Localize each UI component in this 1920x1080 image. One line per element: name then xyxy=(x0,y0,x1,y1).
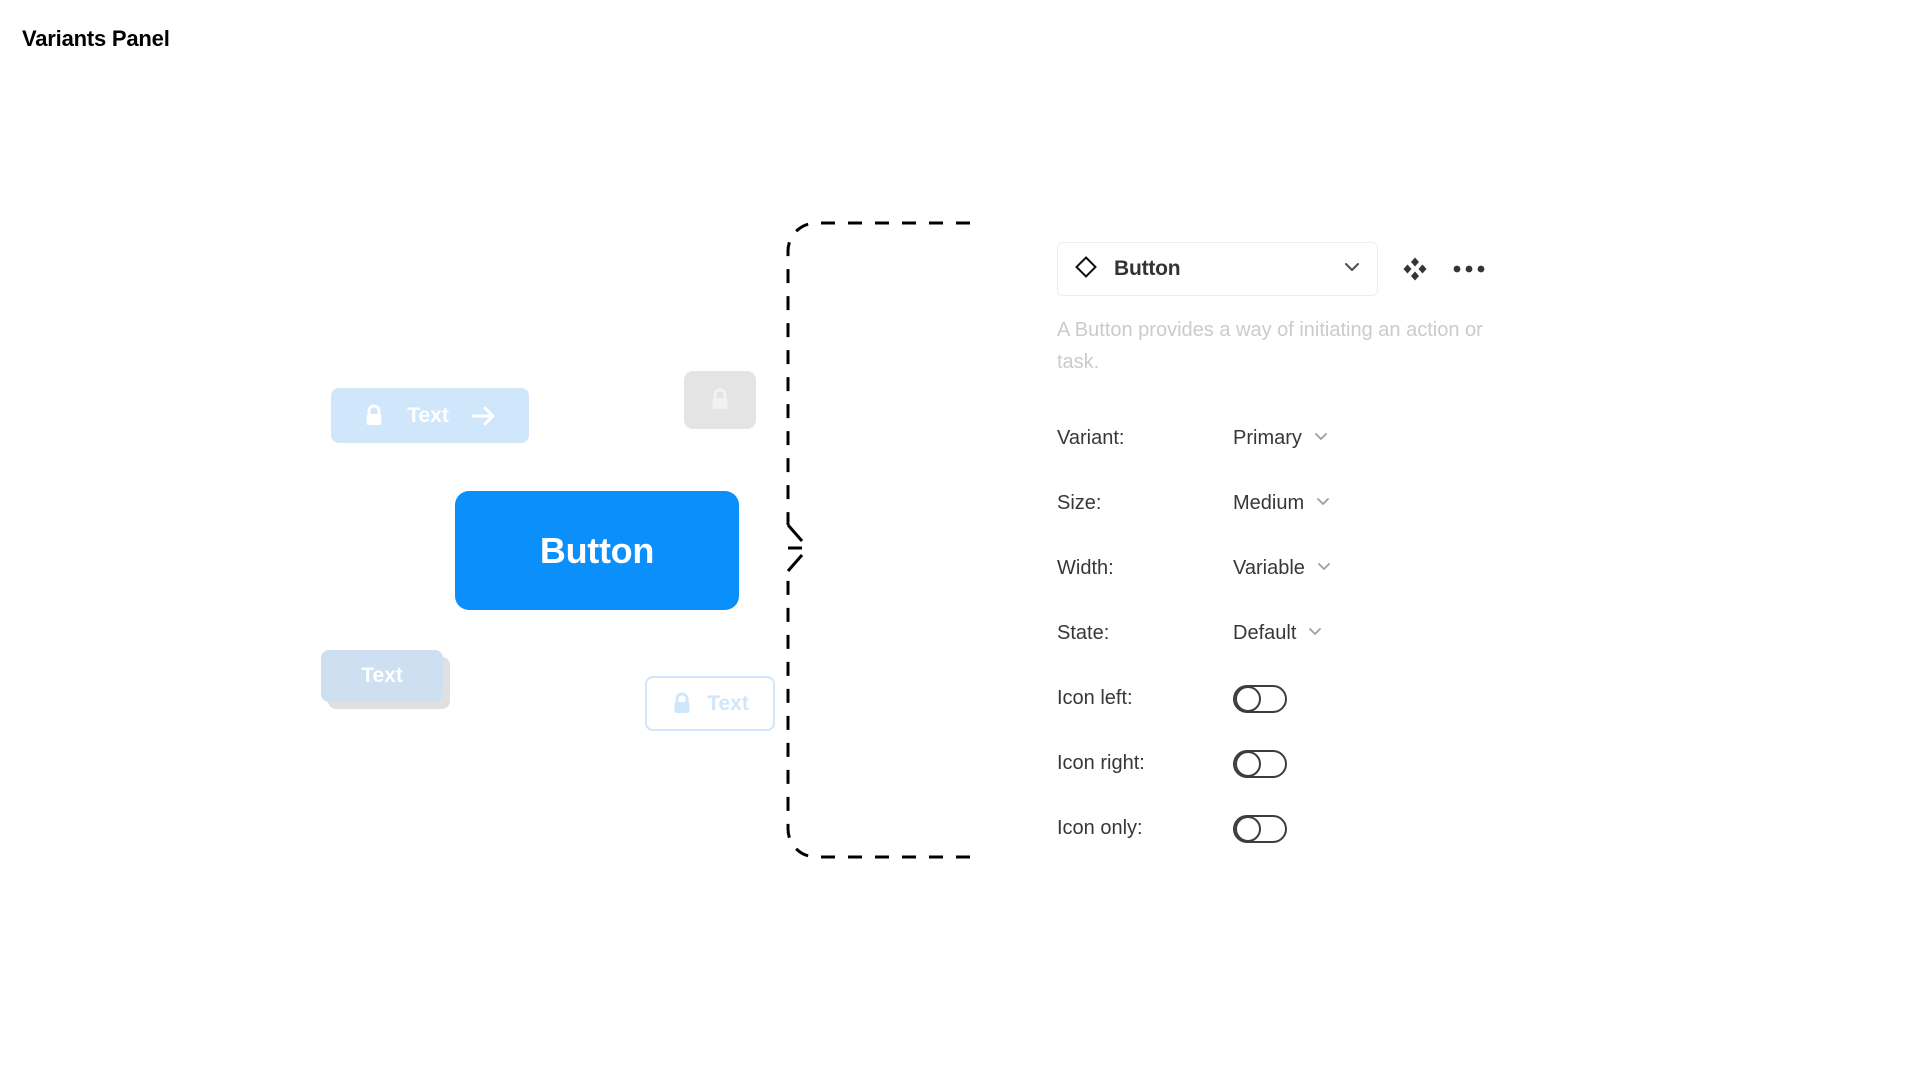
ellipsis-horizontal-icon[interactable] xyxy=(1452,252,1486,286)
property-label: Icon left: xyxy=(1057,687,1133,709)
variant-button-lightblue-shadow[interactable]: Text xyxy=(321,650,443,702)
property-value: Variable xyxy=(1233,557,1305,579)
chevron-down-icon xyxy=(1306,622,1324,646)
page-title: Variants Panel xyxy=(22,26,170,51)
property-label: Icon right: xyxy=(1057,752,1145,774)
property-value: Medium xyxy=(1233,492,1305,514)
property-select-size[interactable]: Medium xyxy=(1233,492,1332,516)
component-select[interactable]: Button xyxy=(1057,242,1378,296)
component-name: Button xyxy=(1114,257,1181,280)
component-description: A Button provides a way of initiating an… xyxy=(1057,319,1483,373)
variant-button-label: Button xyxy=(539,529,655,571)
lock-icon xyxy=(709,388,731,412)
property-label: Icon only: xyxy=(1057,817,1143,839)
variant-button-label: Text xyxy=(361,664,403,687)
diamond-component-icon xyxy=(1074,255,1098,284)
property-row-size: Size: Medium xyxy=(1057,471,1527,536)
toggle-knob xyxy=(1235,815,1261,842)
variant-button-gray-icon-only[interactable] xyxy=(684,371,756,429)
property-row-icon-only: Icon only: xyxy=(1057,796,1527,861)
property-row-state: State: Default xyxy=(1057,601,1527,666)
property-row-icon-left: Icon left: xyxy=(1057,666,1527,731)
variant-button-label: Text xyxy=(407,403,449,427)
chevron-down-icon xyxy=(1312,427,1330,451)
property-value: Default xyxy=(1233,622,1297,644)
property-label: State: xyxy=(1057,622,1110,644)
lock-icon xyxy=(671,692,693,716)
selection-callout-outline xyxy=(780,221,970,859)
arrow-right-icon xyxy=(471,405,497,427)
chevron-down-icon[interactable] xyxy=(1341,256,1363,283)
inspector-header: Button xyxy=(1057,242,1527,296)
toggle-icon-left[interactable] xyxy=(1233,684,1287,713)
property-label: Variant: xyxy=(1057,427,1125,449)
toggle-icon-only[interactable] xyxy=(1233,814,1287,843)
component-inspector-panel: Button A Button provides a way of initia… xyxy=(1057,242,1527,861)
property-row-width: Width: Variable xyxy=(1057,536,1527,601)
property-select-variant[interactable]: Primary xyxy=(1233,427,1330,451)
chevron-down-icon xyxy=(1315,557,1333,581)
variant-button-primary[interactable]: Button xyxy=(455,491,739,610)
toggle-knob xyxy=(1235,750,1261,777)
variant-button-lightblue-with-icons[interactable]: Text xyxy=(331,388,529,443)
chevron-down-icon xyxy=(1314,492,1332,516)
property-label: Size: xyxy=(1057,492,1102,514)
component-properties-list: Variant: Primary Size: Medium Width: Var… xyxy=(1057,406,1527,861)
variant-button-outline[interactable]: Text xyxy=(645,676,775,731)
property-value: Primary xyxy=(1233,427,1302,449)
lock-icon xyxy=(363,404,385,428)
property-select-width[interactable]: Variable xyxy=(1233,557,1333,581)
toggle-icon-right[interactable] xyxy=(1233,749,1287,778)
property-select-state[interactable]: Default xyxy=(1233,622,1324,646)
variant-button-label: Text xyxy=(707,691,749,715)
app-canvas: Variants Panel Text Button Text Text But… xyxy=(0,0,1920,1080)
property-row-icon-right: Icon right: xyxy=(1057,731,1527,796)
property-label: Width: xyxy=(1057,557,1114,579)
toggle-knob xyxy=(1235,685,1261,712)
variants-diamonds-icon[interactable] xyxy=(1398,252,1432,286)
property-row-variant: Variant: Primary xyxy=(1057,406,1527,471)
